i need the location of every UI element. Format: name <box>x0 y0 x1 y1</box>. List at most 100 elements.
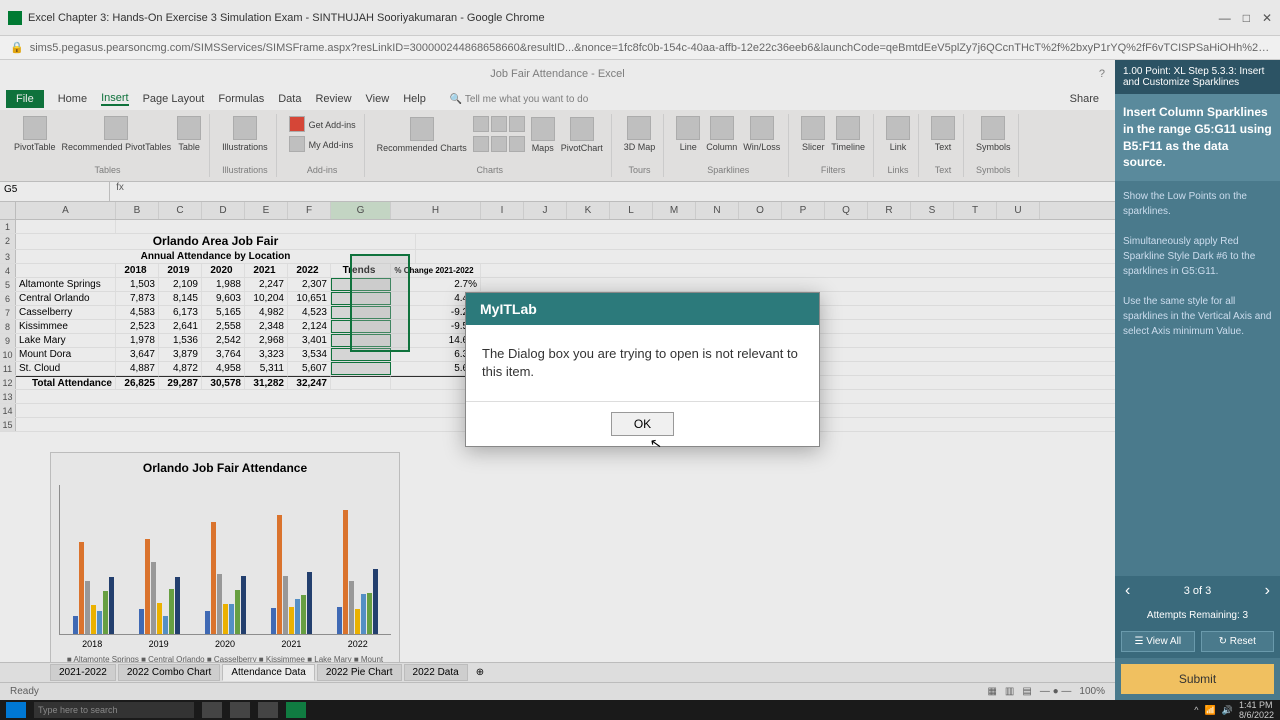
chart-icon[interactable] <box>473 136 489 152</box>
recommended-pivottables-button[interactable]: Recommended PivotTables <box>62 116 172 152</box>
col-header[interactable]: E <box>245 202 288 219</box>
wifi-icon[interactable]: 📶 <box>1205 705 1216 716</box>
share-button[interactable]: Share <box>1070 93 1109 105</box>
col-header[interactable]: D <box>202 202 245 219</box>
col-header[interactable]: Q <box>825 202 868 219</box>
col-header[interactable]: F <box>288 202 331 219</box>
view-layout-icon[interactable]: ▥ <box>1005 686 1014 697</box>
recommended-charts-button[interactable]: Recommended Charts <box>377 117 467 153</box>
text-button[interactable]: Text <box>931 116 955 152</box>
col-header[interactable]: I <box>481 202 524 219</box>
prev-step-button[interactable]: ‹ <box>1125 582 1130 600</box>
col-header[interactable]: J <box>524 202 567 219</box>
edge-icon[interactable] <box>230 702 250 718</box>
formula-bar[interactable] <box>130 182 1115 201</box>
col-header[interactable]: L <box>610 202 653 219</box>
chart-bar <box>91 605 96 634</box>
chart-icon[interactable] <box>473 116 489 132</box>
sheet-tab[interactable]: 2022 Combo Chart <box>118 664 221 681</box>
slicer-button[interactable]: Slicer <box>801 116 825 152</box>
sparkline-column-button[interactable]: Column <box>706 116 737 152</box>
col-header[interactable]: M <box>653 202 696 219</box>
url-bar[interactable]: 🔒 sims5.pegasus.pearsoncmg.com/SIMSServi… <box>0 36 1280 60</box>
tab-insert[interactable]: Insert <box>101 92 129 106</box>
col-header[interactable]: N <box>696 202 739 219</box>
tab-home[interactable]: Home <box>58 93 87 105</box>
table-row[interactable]: 5Altamonte Springs1,5032,1091,9882,2472,… <box>0 278 1115 292</box>
sheet-tab-active[interactable]: Attendance Data <box>222 664 315 681</box>
view-break-icon[interactable]: ▤ <box>1022 686 1031 697</box>
col-header[interactable]: G <box>331 202 391 219</box>
maximize-icon[interactable]: □ <box>1243 11 1250 25</box>
col-header[interactable]: T <box>954 202 997 219</box>
chart-bar <box>241 576 246 634</box>
sheet-tab[interactable]: 2022 Data <box>404 664 468 681</box>
sheet-tab[interactable]: 2022 Pie Chart <box>317 664 402 681</box>
chart-icon[interactable] <box>509 136 525 152</box>
instruction-panel: 1.00 Point: XL Step 5.3.3: Insert and Cu… <box>1115 60 1280 700</box>
col-header[interactable]: A <box>16 202 116 219</box>
tell-me-search[interactable]: 🔍 Tell me what you want to do <box>450 94 588 105</box>
chart-icon[interactable] <box>491 116 507 132</box>
sparkline-line-button[interactable]: Line <box>676 116 700 152</box>
tab-view[interactable]: View <box>366 93 390 105</box>
close-icon[interactable]: ✕ <box>1262 11 1272 25</box>
col-header[interactable]: P <box>782 202 825 219</box>
task-view-icon[interactable] <box>202 702 222 718</box>
sheet-tab[interactable]: 2021-2022 <box>50 664 116 681</box>
maps-button[interactable]: Maps <box>531 117 555 153</box>
col-header[interactable]: C <box>159 202 202 219</box>
add-sheet-button[interactable]: ⊕ <box>470 667 490 678</box>
explorer-icon[interactable] <box>258 702 278 718</box>
fx-icon[interactable]: fx <box>110 182 130 201</box>
tray-chevron-icon[interactable]: ^ <box>1194 705 1198 715</box>
clock[interactable]: 1:41 PM8/6/2022 <box>1239 700 1274 720</box>
excel-taskbar-icon[interactable] <box>286 702 306 718</box>
col-header[interactable]: O <box>739 202 782 219</box>
get-addins-button[interactable]: Get Add-ins <box>289 116 356 134</box>
col-header[interactable]: H <box>391 202 481 219</box>
col-header[interactable]: B <box>116 202 159 219</box>
reset-button[interactable]: ↻ Reset <box>1201 631 1275 652</box>
zoom-slider[interactable]: — ● — <box>1040 686 1072 697</box>
tab-formulas[interactable]: Formulas <box>218 93 264 105</box>
file-tab[interactable]: File <box>6 90 44 108</box>
my-addins-button[interactable]: My Add-ins <box>289 136 354 154</box>
col-header[interactable]: S <box>911 202 954 219</box>
col-header[interactable]: R <box>868 202 911 219</box>
zoom-level[interactable]: 100% <box>1079 686 1105 697</box>
myitlab-dialog: MyITLab The Dialog box you are trying to… <box>465 292 820 447</box>
tab-page-layout[interactable]: Page Layout <box>143 93 205 105</box>
minimize-icon[interactable]: — <box>1219 11 1231 25</box>
view-all-button[interactable]: ☰ View All <box>1121 631 1195 652</box>
volume-icon[interactable]: 🔊 <box>1222 705 1233 716</box>
dialog-ok-button[interactable]: OK <box>611 412 674 436</box>
table-button[interactable]: Table <box>177 116 201 152</box>
taskbar-search[interactable]: Type here to search <box>34 702 194 718</box>
col-header[interactable]: K <box>567 202 610 219</box>
timeline-button[interactable]: Timeline <box>831 116 865 152</box>
tab-help[interactable]: Help <box>403 93 426 105</box>
sparkline-winloss-button[interactable]: Win/Loss <box>743 116 780 152</box>
link-button[interactable]: Link <box>886 116 910 152</box>
col-header[interactable]: U <box>997 202 1040 219</box>
next-step-button[interactable]: › <box>1265 582 1270 600</box>
tab-data[interactable]: Data <box>278 93 301 105</box>
chart-bar <box>307 572 312 634</box>
3d-map-button[interactable]: 3D Map <box>624 116 656 152</box>
tab-review[interactable]: Review <box>315 93 351 105</box>
pivotchart-button[interactable]: PivotChart <box>561 117 603 153</box>
chart-bar <box>229 604 234 634</box>
excel-help-icon[interactable]: ? <box>1099 68 1105 80</box>
embedded-chart[interactable]: Orlando Job Fair Attendance 201820192020… <box>50 452 400 672</box>
chart-icon[interactable] <box>491 136 507 152</box>
illustrations-button[interactable]: Illustrations <box>222 116 268 152</box>
symbols-button[interactable]: Symbols <box>976 116 1011 152</box>
view-normal-icon[interactable]: ▦ <box>987 686 996 697</box>
chart-icon[interactable] <box>509 116 525 132</box>
chart-bar <box>157 603 162 634</box>
name-box[interactable]: G5 <box>0 182 110 201</box>
start-button[interactable] <box>6 702 26 718</box>
pivottable-button[interactable]: PivotTable <box>14 116 56 152</box>
submit-button[interactable]: Submit <box>1121 664 1274 694</box>
